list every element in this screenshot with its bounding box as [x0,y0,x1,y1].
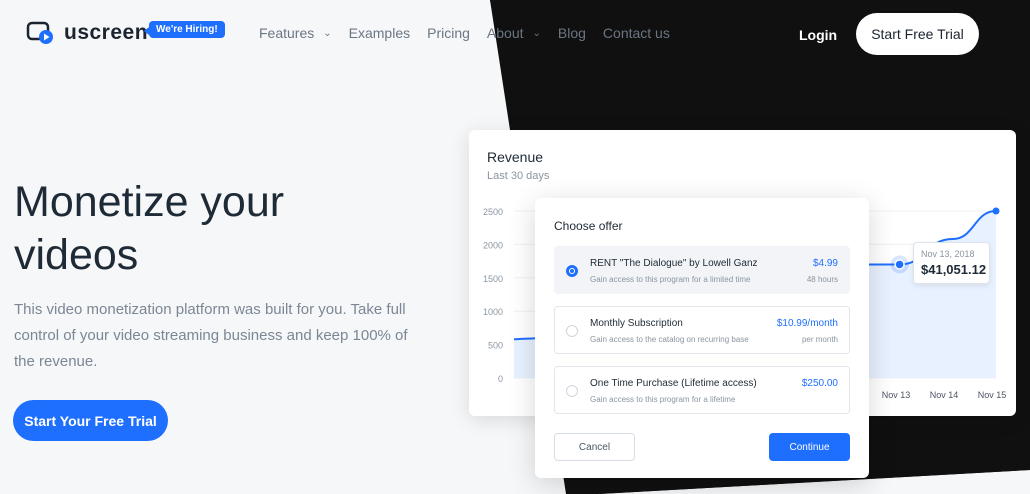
top-navigation: uscreen We're Hiring! Features ⌄ Examples… [0,0,1030,68]
brand-name: uscreen [64,21,149,44]
radio-selected-icon[interactable] [566,265,578,277]
offer-desc: Gain access to this program for a lifeti… [590,395,736,404]
hero-title-line2: videos [14,231,139,279]
chevron-down-icon: ⌄ [532,27,541,39]
nav-item-label: Pricing [427,25,470,41]
offer-price: $4.99 [812,258,838,269]
chevron-down-icon: ⌄ [323,27,332,39]
nav-item-features[interactable]: Features ⌄ [259,25,332,41]
nav-item-label: Contact us [602,25,670,41]
nav-item-label: Features [259,25,315,41]
start-your-free-trial-button[interactable]: Start Your Free Trial [13,400,168,441]
chart-tooltip: Nov 13, 2018 $41,051.12 [913,242,990,284]
highlight-point[interactable] [894,259,905,270]
y-tick-label: 1500 [483,274,503,284]
end-point [992,207,1000,215]
offer-name: One Time Purchase (Lifetime access) [590,378,757,389]
x-tick-label: Nov 13 [882,390,911,400]
nav-item-label: Blog [557,25,586,41]
offer-term: per month [801,335,838,344]
nav-item-label: Examples [348,25,411,41]
y-tick-label: 500 [488,341,503,351]
offer-name: RENT "The Dialogue" by Lowell Ganz [590,258,758,269]
nav-item-examples[interactable]: Examples [349,25,410,41]
radio-icon[interactable] [566,325,578,337]
tooltip-date: Nov 13, 2018 [921,249,975,259]
y-tick-label: 0 [498,374,503,384]
offer-term: 48 hours [806,275,838,284]
offer-desc: Gain access to this program for a limite… [590,275,751,284]
offer-desc: Gain access to the catalog on recurring … [590,335,749,344]
radio-icon[interactable] [566,385,578,397]
offer-option-lifetime[interactable]: One Time Purchase (Lifetime access) Gain… [554,366,850,414]
cancel-button[interactable]: Cancel [554,433,635,461]
hiring-badge[interactable]: We're Hiring! [144,21,225,38]
x-tick-label: Nov 15 [978,390,1007,400]
continue-button[interactable]: Continue [769,433,850,461]
nav-item-about[interactable]: About ⌄ [487,25,541,41]
y-tick-label: 2500 [483,207,503,217]
nav-item-contact[interactable]: Contact us [603,25,670,41]
brand-logo[interactable]: uscreen [26,20,148,46]
offer-name: Monthly Subscription [590,318,683,329]
hero-title-line1: Monetize your [14,178,285,226]
login-link[interactable]: Login [799,27,837,43]
tooltip-value: $41,051.12 [921,262,987,277]
nav-item-label: About [486,25,524,41]
y-tick-label: 1000 [483,307,503,317]
nav-item-pricing[interactable]: Pricing [427,25,470,41]
offer-price: $10.99/month [776,318,838,329]
start-free-trial-button[interactable]: Start Free Trial [856,13,979,55]
choose-offer-modal: Choose offer RENT "The Dialogue" by Lowe… [535,198,869,478]
offer-option-monthly[interactable]: Monthly Subscription Gain access to the … [554,306,850,354]
x-tick-label: Nov 14 [930,390,959,400]
hero-title: Monetize your videos [14,176,394,282]
offer-title: Choose offer [554,219,623,233]
offer-option-rent[interactable]: RENT "The Dialogue" by Lowell Ganz Gain … [554,246,850,294]
y-tick-label: 2000 [483,240,503,250]
offer-price: $250.00 [801,378,838,389]
hero-subtitle: This video monetization platform was bui… [14,301,408,370]
nav-item-blog[interactable]: Blog [558,25,586,41]
uscreen-logo-icon [26,21,53,44]
main-menu: Features ⌄ Examples Pricing About ⌄ Blog C… [259,25,670,41]
